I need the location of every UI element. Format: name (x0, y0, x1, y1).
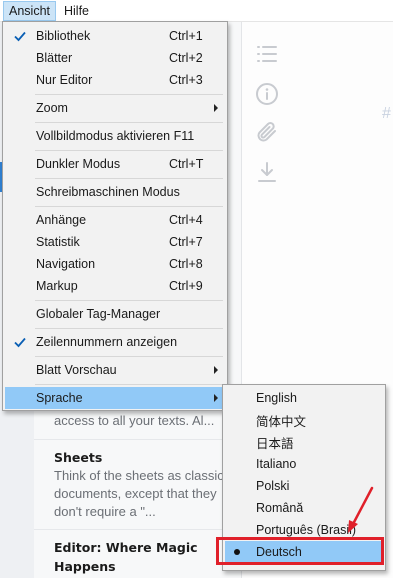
paperclip-icon[interactable] (255, 120, 279, 144)
menu-item-shortcut: Ctrl+7 (169, 235, 203, 249)
hash-tag-marker: # (382, 105, 391, 122)
menu-item-shortcut: Ctrl+3 (169, 73, 203, 87)
menu-item-label: Sprache (36, 391, 83, 405)
menu-item-shortcut: Ctrl+2 (169, 51, 203, 65)
menu-item-label: Bibliothek (36, 29, 91, 43)
menu-separator (35, 94, 223, 95)
menu-item-label: 日本語 (256, 436, 294, 451)
menu-item-line-numbers[interactable]: Zeilennummern anzeigen (5, 331, 225, 353)
language-option-japanese[interactable]: 日本語 (225, 431, 383, 453)
menu-item-label: Schreibmaschinen Modus (36, 185, 180, 199)
submenu-arrow-icon (214, 366, 218, 374)
menu-item-label: Vollbildmodus aktivieren F11 (36, 129, 195, 143)
info-icon[interactable] (255, 82, 279, 106)
menu-item-shortcut: Ctrl+8 (169, 257, 203, 271)
menu-separator (35, 328, 223, 329)
menu-item-label: Zoom (36, 101, 68, 115)
menu-item-library[interactable]: Bibliothek Ctrl+1 (5, 25, 225, 47)
menu-item-typewriter-mode[interactable]: Schreibmaschinen Modus (5, 181, 225, 203)
menu-separator (35, 178, 223, 179)
menu-item-label: Polski (256, 479, 290, 493)
list-item[interactable]: Sheets Think of the sheets as classic do… (34, 444, 242, 530)
highlight-annotation-box (216, 537, 384, 565)
menu-separator (35, 356, 223, 357)
menu-item-statistics[interactable]: Statistik Ctrl+7 (5, 231, 225, 253)
menu-separator (35, 300, 223, 301)
menu-item-label: Blätter (36, 51, 73, 65)
menu-separator (35, 150, 223, 151)
menu-item-shortcut: Ctrl+T (169, 157, 204, 171)
menu-item-fullscreen[interactable]: Vollbildmodus aktivieren F11 (5, 125, 225, 147)
menu-item-label: Markup (36, 279, 78, 293)
menu-item-label: Nur Editor (36, 73, 93, 87)
menu-item-language[interactable]: Sprache (5, 387, 225, 409)
view-menu: Bibliothek Ctrl+1 Blätter Ctrl+2 Nur Edi… (2, 21, 228, 411)
menu-item-label: Italiano (256, 457, 297, 471)
menu-item-label: Navigation (36, 257, 96, 271)
language-option-italian[interactable]: Italiano (225, 453, 383, 475)
checkmark-icon (14, 31, 26, 42)
menu-item-label: Dunkler Modus (36, 157, 121, 171)
menu-item-label: Statistik (36, 235, 80, 249)
menu-item-navigation[interactable]: Navigation Ctrl+8 (5, 253, 225, 275)
menu-item-label: Zeilennummern anzeigen (36, 335, 178, 349)
menu-item-sheet-preview[interactable]: Blatt Vorschau (5, 359, 225, 381)
menu-item-sheets[interactable]: Blätter Ctrl+2 (5, 47, 225, 69)
menu-item-shortcut: Ctrl+1 (169, 29, 203, 43)
list-icon[interactable] (255, 42, 279, 66)
menu-separator (35, 122, 223, 123)
menu-item-label: 简体中文 (256, 414, 307, 429)
menu-item-tag-manager[interactable]: Globaler Tag-Manager (5, 303, 225, 325)
submenu-arrow-icon (214, 104, 218, 112)
list-item[interactable]: access to all your texts. Al... (34, 410, 242, 440)
menu-item-markup[interactable]: Markup Ctrl+9 (5, 275, 225, 297)
menu-item-label: English (256, 391, 297, 405)
sheet-title: Editor: Where Magic Happens (54, 540, 198, 574)
menubar: Ansicht Hilfe (0, 0, 393, 22)
menu-item-shortcut: Ctrl+4 (169, 213, 203, 227)
sheet-preview-text: access to all your texts. Al... (54, 413, 215, 428)
menu-item-zoom[interactable]: Zoom (5, 97, 225, 119)
list-item[interactable]: Editor: Where Magic Happens (34, 534, 242, 578)
menu-item-shortcut: Ctrl+9 (169, 279, 203, 293)
checkmark-icon (14, 337, 26, 348)
language-option-english[interactable]: English (225, 387, 383, 409)
menu-item-dark-mode[interactable]: Dunkler Modus Ctrl+T (5, 153, 225, 175)
menu-item-label: Globaler Tag-Manager (36, 307, 161, 321)
language-option-chinese-simplified[interactable]: 简体中文 (225, 409, 383, 431)
menu-separator (35, 384, 223, 385)
menu-item-label: Română (256, 501, 304, 515)
submenu-arrow-icon (214, 394, 218, 402)
menu-item-label: Anhänge (36, 213, 87, 227)
menu-item-editor-only[interactable]: Nur Editor Ctrl+3 (5, 69, 225, 91)
menu-help[interactable]: Hilfe (59, 1, 94, 21)
sheet-title: Sheets (54, 450, 103, 465)
menu-item-attachments[interactable]: Anhänge Ctrl+4 (5, 209, 225, 231)
download-icon[interactable] (255, 160, 279, 184)
menu-item-label: Blatt Vorschau (36, 363, 117, 377)
menu-view[interactable]: Ansicht (3, 0, 56, 21)
menu-separator (35, 206, 223, 207)
sheet-preview-text: Think of the sheets as classic documents… (54, 468, 224, 519)
annotation-arrow-icon (348, 486, 374, 533)
